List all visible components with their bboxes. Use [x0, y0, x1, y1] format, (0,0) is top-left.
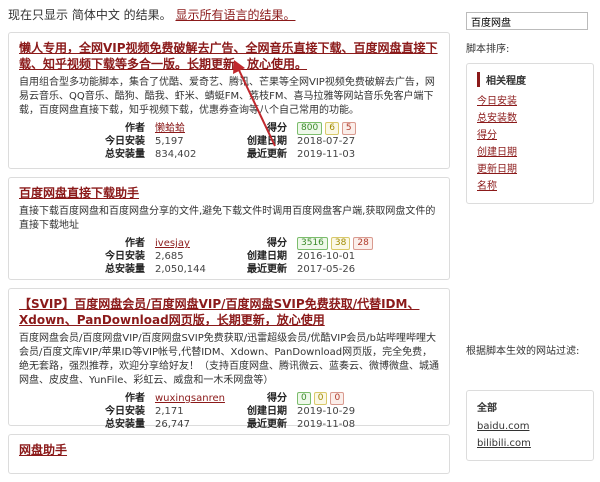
language-notice: 现在只显示 简体中文 的结果。 显示所有语言的结果。: [8, 6, 295, 23]
created-date-label: 创建日期: [247, 136, 287, 147]
updated-date-value: 2017-05-26: [297, 264, 356, 275]
script-card: 【SVIP】百度网盘会员/百度网盘VIP/百度网盘SVIP免费获取/代替IDM、…: [8, 288, 450, 430]
author-link[interactable]: ivesjay: [155, 237, 227, 250]
search-input[interactable]: [466, 12, 588, 30]
script-title-link[interactable]: 百度网盘直接下载助手: [19, 185, 439, 201]
created-date-value: 2019-10-29: [297, 406, 356, 417]
today-installs-label: 今日安装: [105, 406, 145, 417]
sort-option-today-installs[interactable]: 今日安装: [477, 93, 583, 110]
total-installs-label: 总安装量: [105, 149, 145, 160]
today-installs-label: 今日安装: [105, 136, 145, 147]
language-notice-text: 现在只显示 简体中文 的结果。: [8, 8, 172, 22]
total-installs-value: 26,747: [155, 419, 190, 430]
rating-good: 3516: [297, 237, 328, 250]
script-meta: 作者 ivesjay 今日安装 2,685 总安装量 2,050,144 得分 …: [19, 237, 439, 276]
total-installs-label: 总安装量: [105, 419, 145, 430]
script-card: 百度网盘直接下载助手 直接下载百度网盘和百度网盘分享的文件,避免下载文件时调用百…: [8, 177, 450, 280]
rating-bad: 28: [353, 237, 373, 250]
updated-date-label: 最近更新: [247, 264, 287, 275]
rating-badges: 0 0 0: [297, 392, 355, 405]
script-results-list: 懒人专用，全网VIP视频免费破解去广告、全网音乐直接下载、百度网盘直接下载、知乎…: [8, 32, 450, 482]
rating-good: 800: [297, 122, 323, 135]
sort-label: 脚本排序:: [466, 44, 510, 55]
rating-badges: 800 6 5: [297, 122, 356, 135]
author-link[interactable]: 懒蛤蛤: [155, 122, 227, 135]
script-meta: 作者 懒蛤蛤 今日安装 5,197 总安装量 834,402 得分 800 6 …: [19, 122, 439, 161]
site-filter-box: 全部 baidu.com bilibili.com: [466, 390, 594, 461]
author-link[interactable]: wuxingsanren: [155, 392, 227, 405]
rating-ok: 0: [313, 392, 328, 405]
today-installs-label: 今日安装: [105, 251, 145, 262]
script-description: 百度网盘会员/百度网盘VIP/百度网盘SVIP免费获取/迅雷超级会员/优酷VIP…: [19, 333, 439, 386]
author-label: 作者: [125, 123, 145, 134]
script-card: 懒人专用，全网VIP视频免费破解去广告、全网音乐直接下载、百度网盘直接下载、知乎…: [8, 32, 450, 169]
sort-option-total-installs[interactable]: 总安装数: [477, 110, 583, 127]
rating-ok: 6: [325, 122, 339, 135]
sidebar: 脚本排序: 相关程度 今日安装 总安装数 得分 创建日期 更新日期 名称: [466, 12, 594, 204]
script-meta: 作者 wuxingsanren 今日安装 2,171 总安装量 26,747 得…: [19, 392, 439, 431]
script-description: 自用组合型多功能脚本，集合了优酷、爱奇艺、腾讯、芒果等全网VIP视频免费破解去广…: [19, 77, 435, 116]
script-description: 直接下载百度网盘和百度网盘分享的文件,避免下载文件时调用百度网盘客户端,获取网盘…: [19, 206, 436, 231]
script-title-link[interactable]: 懒人专用，全网VIP视频免费破解去广告、全网音乐直接下载、百度网盘直接下载、知乎…: [19, 40, 439, 72]
rating-bad: 5: [341, 122, 356, 135]
sort-options-box: 相关程度 今日安装 总安装数 得分 创建日期 更新日期 名称: [466, 63, 594, 204]
site-filter-bilibili[interactable]: bilibili.com: [477, 435, 583, 452]
score-label: 得分: [267, 123, 287, 134]
total-installs-value: 2,050,144: [155, 264, 206, 275]
score-label: 得分: [267, 238, 287, 249]
total-installs-label: 总安装量: [105, 264, 145, 275]
script-title-link[interactable]: 【SVIP】百度网盘会员/百度网盘VIP/百度网盘SVIP免费获取/代替IDM、…: [19, 296, 439, 328]
created-date-label: 创建日期: [247, 406, 287, 417]
author-label: 作者: [125, 238, 145, 249]
total-installs-value: 834,402: [155, 149, 197, 160]
rating-bad: 0: [330, 392, 345, 405]
site-filter-baidu[interactable]: baidu.com: [477, 418, 583, 435]
sort-option-created[interactable]: 创建日期: [477, 144, 583, 161]
created-date-value: 2018-07-27: [297, 136, 356, 147]
sort-option-relevance[interactable]: 相关程度: [477, 72, 583, 87]
updated-date-value: 2019-11-03: [297, 149, 356, 160]
author-label: 作者: [125, 393, 145, 404]
updated-date-value: 2019-11-08: [297, 419, 356, 430]
updated-date-label: 最近更新: [247, 149, 287, 160]
sort-option-updated[interactable]: 更新日期: [477, 161, 583, 178]
today-installs-value: 2,685: [155, 251, 184, 262]
rating-ok: 38: [330, 237, 351, 250]
created-date-label: 创建日期: [247, 251, 287, 262]
rating-badges: 3516 38 28: [297, 237, 373, 250]
sort-option-name[interactable]: 名称: [477, 178, 583, 195]
updated-date-label: 最近更新: [247, 419, 287, 430]
script-card: 网盘助手: [8, 434, 450, 474]
site-filter-label: 根据脚本生效的网站过滤:: [466, 346, 580, 357]
rating-good: 0: [297, 392, 311, 405]
show-all-languages-link[interactable]: 显示所有语言的结果。: [175, 8, 295, 22]
sort-option-score[interactable]: 得分: [477, 127, 583, 144]
site-filter-all[interactable]: 全部: [477, 399, 583, 414]
created-date-value: 2016-10-01: [297, 251, 356, 262]
today-installs-value: 5,197: [155, 136, 184, 147]
today-installs-value: 2,171: [155, 406, 184, 417]
score-label: 得分: [267, 393, 287, 404]
script-title-link[interactable]: 网盘助手: [19, 442, 439, 458]
